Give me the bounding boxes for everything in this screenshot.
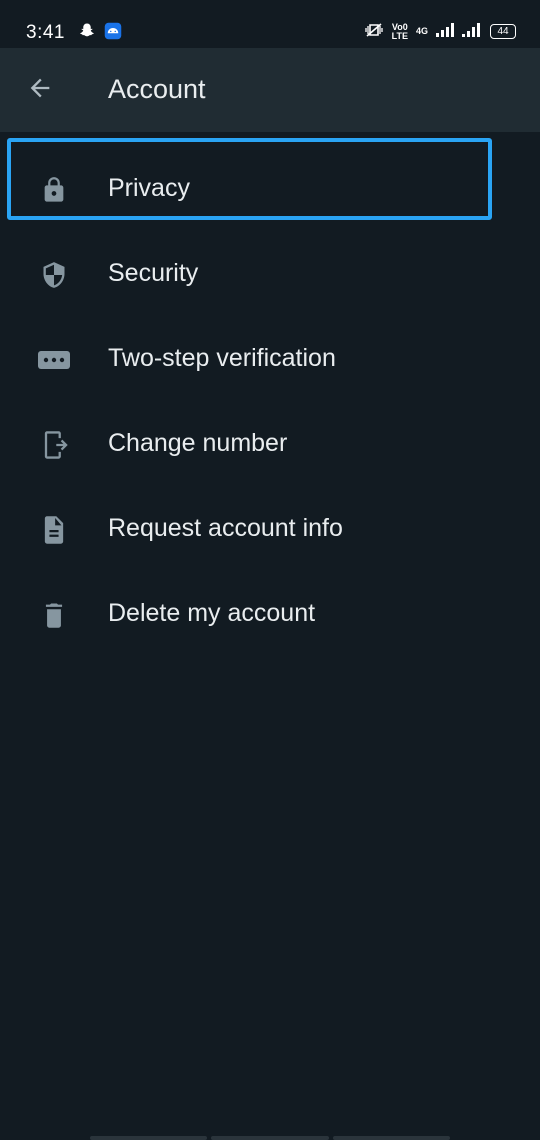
app-bar: Account (0, 48, 540, 132)
selection-highlight (7, 138, 492, 220)
nav-segment (211, 1136, 329, 1140)
phone-exit-icon (36, 427, 72, 463)
account-menu-list: Privacy Security Two-step verification C… (0, 138, 540, 656)
document-icon (36, 512, 72, 548)
nav-segment (332, 1136, 450, 1140)
status-time: 3:41 (26, 22, 65, 43)
lte-label: LTE (391, 30, 408, 41)
battery-indicator: 44 (490, 24, 516, 39)
menu-item-label: Security (108, 259, 199, 287)
trash-icon (36, 597, 72, 633)
signal-icon-2 (462, 23, 482, 40)
menu-item-request-account-info[interactable]: Request account info (0, 486, 540, 571)
menu-item-label: Delete my account (108, 599, 316, 627)
signal-icon (436, 23, 454, 40)
menu-item-change-number[interactable]: Change number (0, 401, 540, 486)
volte-indicator: Vo0 LTE (391, 22, 408, 41)
arrow-left-icon (26, 74, 54, 107)
menu-item-label: Two-step verification (108, 344, 336, 372)
status-left-icons (78, 22, 122, 45)
gesture-nav-bar (90, 1136, 450, 1140)
menu-item-two-step-verification[interactable]: Two-step verification (0, 316, 540, 401)
status-bar: 3:41 Vo0 LTE 4G 44 (0, 0, 540, 48)
menu-item-label: Privacy (108, 174, 190, 202)
menu-item-label: Request account info (108, 514, 343, 542)
menu-item-label: Change number (108, 429, 288, 457)
menu-item-privacy[interactable]: Privacy (0, 138, 540, 231)
status-right-icons: Vo0 LTE 4G 44 (364, 22, 516, 41)
app-notification-icon (104, 22, 122, 45)
shield-icon (36, 257, 72, 293)
nav-segment (90, 1136, 208, 1140)
lock-icon (36, 172, 72, 208)
back-button[interactable] (22, 72, 58, 108)
menu-item-delete-my-account[interactable]: Delete my account (0, 571, 540, 656)
menu-item-security[interactable]: Security (0, 231, 540, 316)
network-type: 4G (415, 26, 428, 36)
mute-vibrate-icon (364, 22, 384, 41)
snapchat-icon (78, 22, 96, 45)
password-dots-icon (36, 342, 72, 378)
page-title: Account (108, 74, 206, 104)
